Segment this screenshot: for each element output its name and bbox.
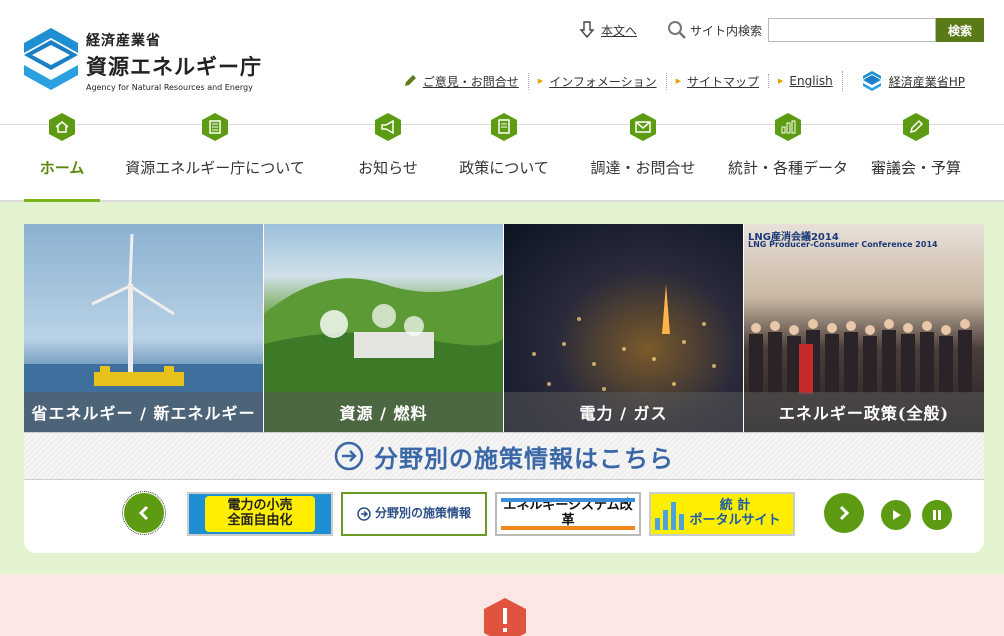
utility-links: ご意見・お問合せ ▶ インフォメーション ▶ サイトマップ ▶ English … [394,71,974,91]
pencil-icon [404,75,416,86]
anre-logo-icon [24,28,78,90]
photo-caption: 電力 / ガス [504,392,743,432]
photo-caption: エネルギー政策(全般) [744,392,984,432]
site-logo[interactable]: 経済産業省 資源エネルギー庁 Agency for Natural Resour… [24,28,262,92]
alert-section [0,574,1004,636]
banner-carousel: 電力の小売 全面自由化 分野別の施策情報 エネルギーシステム改革 統 計 ポータ… [24,480,984,552]
search-label: サイト内検索 [667,20,762,40]
chart-icon [775,113,801,141]
photo-resources-fuel[interactable]: 資源 / 燃料 [264,224,504,432]
util-link-meti[interactable]: 経済産業省HP [841,71,974,91]
play-icon [893,510,901,520]
banner-text: ポータルサイト [689,513,781,528]
util-link-english[interactable]: ▶ English [768,74,842,88]
carousel-next-button[interactable] [824,493,864,533]
nav-item-procurement[interactable]: 調達・お問合せ [562,113,724,200]
document-icon [491,113,517,141]
banner-text: 分野別の施策情報 [374,506,471,521]
banner-policy-info[interactable]: 分野別の施策情報 [341,492,487,536]
pen-icon [903,113,929,141]
banner-text: 全面自由化 [227,513,293,528]
megaphone-icon [375,113,401,141]
policy-info-bar-text: 分野別の施策情報はこちら [374,443,674,473]
logo-english-name: Agency for Natural Resources and Energy [86,83,253,92]
nav-label: 調達・お問合せ [590,159,696,177]
nav-label: 審議会・予算 [870,159,961,177]
bar-chart-icon [655,502,684,530]
util-link-label[interactable]: サイトマップ [687,73,759,90]
nav-label: 政策について [459,159,549,177]
util-link-label[interactable]: 経済産業省HP [889,73,965,90]
photo-caption: 省エネルギー / 新エネルギー [24,392,263,432]
photo-power-gas[interactable]: 電力 / ガス [504,224,744,432]
nav-item-home[interactable]: ホーム [24,113,100,202]
triangle-icon: ▶ [537,77,544,85]
skip-to-content[interactable]: 本文へ [579,21,637,39]
util-link-information[interactable]: ▶ インフォメーション [527,72,666,90]
banner-statistics-portal[interactable]: 統 計 ポータルサイト [649,492,795,536]
util-link-contact[interactable]: ご意見・お問合せ [394,73,528,90]
banner-text: 統 計 [719,498,751,514]
nav-item-news[interactable]: お知らせ [330,113,446,200]
nav-label: ホーム [39,159,85,177]
warning-icon [484,598,526,636]
banner-stripe [501,526,635,530]
logo-agency-name: 資源エネルギー庁 [86,55,262,79]
banner-text: エネルギーシステム改革 [503,498,633,528]
util-link-label[interactable]: ご意見・お問合せ [423,73,519,90]
carousel-prev-button[interactable] [122,491,166,535]
building-icon [202,113,228,141]
nav-label: 統計・各種データ [727,159,848,177]
nav-item-policy[interactable]: 政策について [446,113,562,200]
feature-photos: 省エネルギー / 新エネルギー 資源 / 燃料 電力 / ガス LNG産消会議2… [24,224,984,432]
site-header: 経済産業省 資源エネルギー庁 Agency for Natural Resour… [0,0,1004,124]
circle-arrow-right-icon [334,441,364,471]
util-link-label[interactable]: インフォメーション [549,73,656,90]
nav-item-statistics[interactable]: 統計・各種データ [724,113,852,200]
banner-stripe [501,498,635,502]
triangle-icon: ▶ [778,77,784,85]
triangle-icon: ▶ [675,77,681,85]
policy-info-bar[interactable]: 分野別の施策情報はこちら [24,432,984,480]
search-button[interactable]: 検索 [936,18,984,42]
down-arrow-icon [579,21,595,39]
photo-energy-policy[interactable]: LNG産消会議2014 LNG Producer-Consumer Confer… [744,224,984,432]
global-nav: ホーム 資源エネルギー庁について お知らせ 政策について 調達・お問合せ 統計・… [0,113,1004,202]
search-icon [667,21,686,39]
main-visual-area: 省エネルギー / 新エネルギー 資源 / 燃料 電力 / ガス LNG産消会議2… [0,202,1004,574]
util-link-label[interactable]: English [789,74,832,88]
nav-label: 資源エネルギー庁について [125,159,305,177]
search-label-text: サイト内検索 [689,23,762,38]
meti-logo-icon [862,71,881,91]
nav-item-council[interactable]: 審議会・予算 [852,113,980,200]
circle-arrow-right-icon [357,507,371,521]
carousel-play-button[interactable] [881,500,911,530]
banner-text: 電力の小売 [227,498,293,514]
chevron-right-icon [839,505,850,521]
banner-energy-system-reform[interactable]: エネルギーシステム改革 [495,492,641,536]
chevron-left-icon [138,505,149,521]
photo-caption: 資源 / 燃料 [264,392,503,432]
banner-retail-liberalization[interactable]: 電力の小売 全面自由化 [187,492,333,536]
nav-item-about[interactable]: 資源エネルギー庁について [100,113,330,200]
utility-top: 本文へ サイト内検索 検索 [579,18,984,42]
nav-label: お知らせ [358,159,418,177]
mail-icon [630,113,656,141]
home-icon [49,113,75,141]
util-link-sitemap[interactable]: ▶ サイトマップ [665,72,768,90]
search-input[interactable] [768,18,936,42]
skip-link[interactable]: 本文へ [601,22,637,39]
feature-panel: 省エネルギー / 新エネルギー 資源 / 燃料 電力 / ガス LNG産消会議2… [24,224,984,553]
logo-ministry-name: 経済産業省 [86,33,161,49]
photo-energy-saving[interactable]: 省エネルギー / 新エネルギー [24,224,264,432]
pause-icon [933,510,941,520]
carousel-pause-button[interactable] [922,500,952,530]
